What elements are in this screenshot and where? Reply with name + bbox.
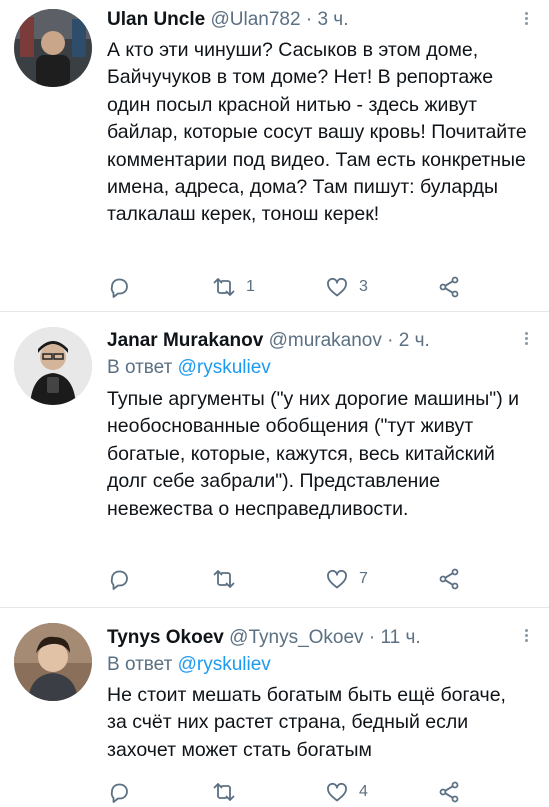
reply-to-mention[interactable]: @ryskuliev xyxy=(178,357,271,378)
like-count: 4 xyxy=(359,783,368,800)
retweet-button[interactable] xyxy=(212,565,246,593)
tweet-text: Тупые аргументы ("у них дорогие машины")… xyxy=(107,388,520,520)
reply-to-label: В ответ xyxy=(107,654,178,675)
avatar-photo xyxy=(14,327,92,405)
avatar-photo xyxy=(14,623,92,701)
author-handle[interactable]: @Tynys_Okoev xyxy=(229,627,363,648)
share-icon xyxy=(439,781,459,803)
avatar-photo xyxy=(14,9,92,87)
share-button[interactable] xyxy=(437,273,461,301)
reply-to-label: В ответ xyxy=(107,357,178,378)
retweet-button[interactable]: 1 xyxy=(212,273,255,301)
timestamp[interactable]: 2 ч. xyxy=(399,330,430,351)
author-name[interactable]: Tynys Okoev xyxy=(107,627,224,648)
like-count: 3 xyxy=(359,278,368,295)
tweet-3[interactable]: Tynys Okoev @Tynys_Okoev · 11 ч. В ответ… xyxy=(0,608,549,807)
reply-icon xyxy=(110,570,128,590)
like-button[interactable]: 3 xyxy=(325,273,368,301)
timestamp[interactable]: 11 ч. xyxy=(380,627,420,648)
reply-button[interactable] xyxy=(107,565,141,593)
separator-dot: · xyxy=(305,9,313,30)
avatar[interactable] xyxy=(14,327,92,405)
tweet-header: Tynys Okoev @Tynys_Okoev · 11 ч. xyxy=(107,626,421,650)
reply-button[interactable] xyxy=(107,778,141,806)
tweet-header: Janar Murakanov @murakanov · 2 ч. xyxy=(107,329,430,353)
like-icon xyxy=(327,569,347,589)
like-icon xyxy=(327,782,347,802)
separator-dot: · xyxy=(368,627,376,648)
like-button[interactable]: 7 xyxy=(325,565,368,593)
share-icon xyxy=(439,276,459,298)
tweet-2[interactable]: Janar Murakanov @murakanov · 2 ч. В отве… xyxy=(0,312,549,608)
reply-icon xyxy=(110,278,128,298)
share-icon xyxy=(439,568,459,590)
author-name[interactable]: Janar Murakanov xyxy=(107,330,263,351)
avatar[interactable] xyxy=(14,9,92,87)
retweet-button[interactable] xyxy=(212,778,246,806)
share-button[interactable] xyxy=(437,565,461,593)
tweet-header: Ulan Uncle @Ulan782 · 3 ч. xyxy=(107,8,348,32)
like-count: 7 xyxy=(359,570,368,587)
author-handle[interactable]: @murakanov xyxy=(269,330,382,351)
reply-to-line: В ответ @ryskuliev xyxy=(107,356,271,380)
retweet-icon xyxy=(213,783,235,801)
tweet-actions: 7 xyxy=(107,565,467,593)
retweet-icon xyxy=(213,570,235,588)
reply-button[interactable] xyxy=(107,273,141,301)
retweet-count: 1 xyxy=(246,278,255,295)
more-options-icon[interactable] xyxy=(519,10,533,30)
like-button[interactable]: 4 xyxy=(325,778,368,806)
avatar[interactable] xyxy=(14,623,92,701)
reply-to-mention[interactable]: @ryskuliev xyxy=(178,654,271,675)
tweet-text: А кто эти чинуши? Сасыков в этом доме, Б… xyxy=(107,39,527,226)
author-name[interactable]: Ulan Uncle xyxy=(107,9,205,30)
share-button[interactable] xyxy=(437,778,461,806)
separator-dot: · xyxy=(387,330,394,351)
tweet-actions: 1 3 xyxy=(107,273,467,301)
tweet-actions: 4 xyxy=(107,778,467,806)
reply-to-line: В ответ @ryskuliev xyxy=(107,653,271,677)
author-handle[interactable]: @Ulan782 xyxy=(210,9,300,30)
tweet-text: Не стоит мешать богатым быть ещё богаче,… xyxy=(107,684,506,761)
more-options-icon[interactable] xyxy=(519,627,533,647)
tweet-1[interactable]: Ulan Uncle @Ulan782 · 3 ч. А кто эти чин… xyxy=(0,0,549,312)
timestamp[interactable]: 3 ч. xyxy=(317,9,348,30)
like-icon xyxy=(327,277,347,297)
retweet-icon xyxy=(213,278,235,296)
reply-icon xyxy=(110,783,128,803)
more-options-icon[interactable] xyxy=(519,330,533,350)
